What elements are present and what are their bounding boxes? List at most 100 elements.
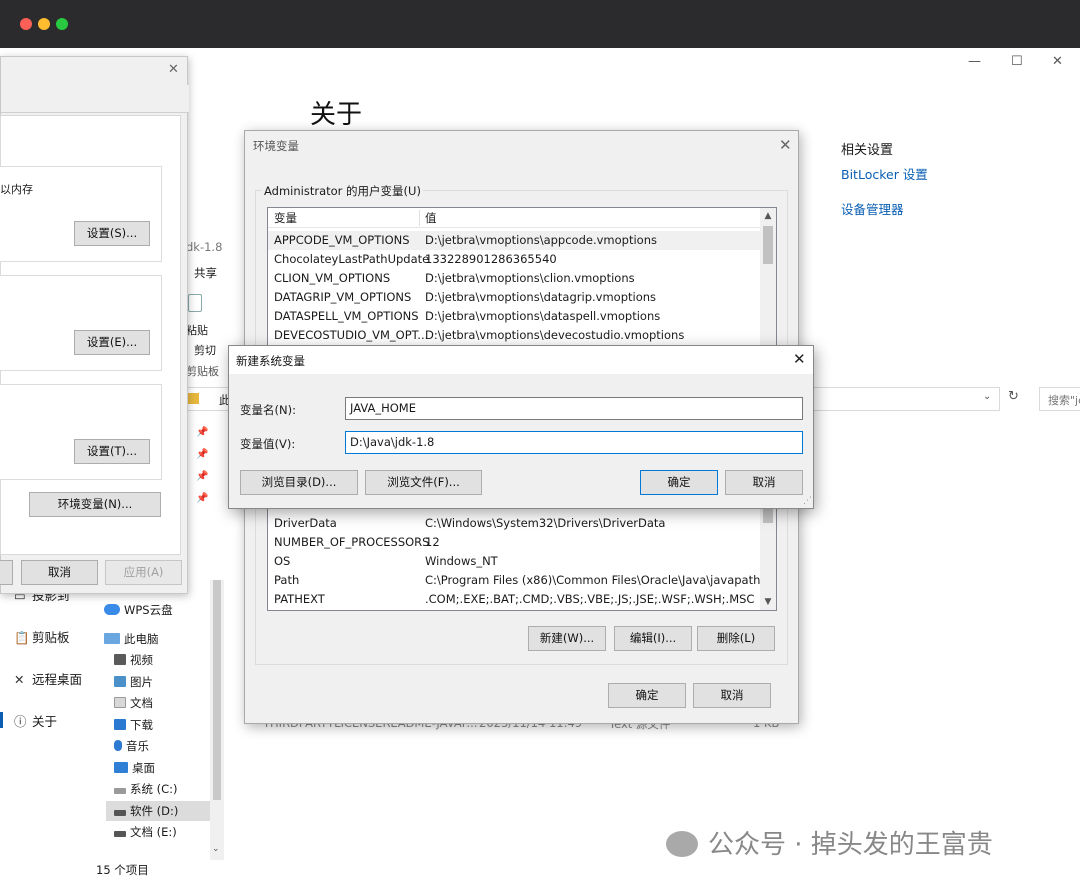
zoom-traffic-light[interactable]	[56, 18, 68, 30]
desktop-icon	[114, 762, 128, 773]
drive-icon	[114, 810, 126, 816]
quick-access-pins: 📌 📌 📌 📌	[196, 422, 208, 510]
nav-desktop[interactable]: 桌面	[114, 758, 155, 778]
ribbon-tab-share[interactable]: 共享	[194, 265, 217, 281]
computer-icon	[104, 633, 120, 644]
status-bar-count: 15 个项目	[96, 863, 149, 877]
download-arrow-icon	[114, 719, 126, 730]
chevron-down-icon[interactable]: ⌄	[212, 844, 220, 854]
minimize-icon[interactable]: —	[968, 54, 981, 69]
virtual-memory-text: 以内存	[0, 183, 33, 196]
user-profiles-group	[0, 275, 162, 371]
image-icon	[114, 676, 126, 687]
cloud-icon	[104, 604, 120, 615]
ribbon-paste-label: 粘贴	[186, 324, 208, 337]
variable-value-input[interactable]: D:\Java\jdk-1.8	[345, 431, 803, 454]
settings-t-button[interactable]: 设置(T)...	[74, 439, 150, 464]
nav-item-remote-desktop[interactable]: ✕ 远程桌面	[14, 670, 82, 690]
edit-variable-button[interactable]: 编辑(I)...	[614, 626, 692, 651]
navigation-pane: WPS云盘 此电脑 视频 图片 文档 下载 音乐 桌面 系统 (C:) 软件 (…	[88, 580, 213, 860]
nav-documents[interactable]: 文档	[114, 693, 153, 713]
dialog-title: 环境变量	[253, 139, 299, 153]
selected-indicator	[0, 712, 3, 728]
variable-name-input[interactable]: JAVA_HOME	[345, 397, 803, 420]
system-variables-list[interactable]: DriverData C:\Windows\System32\Drivers\Dr…	[267, 501, 777, 611]
delete-variable-button[interactable]: 删除(L)	[697, 626, 775, 651]
pin-icon: 📌	[196, 493, 209, 504]
close-icon[interactable]: ✕	[793, 350, 806, 368]
new-system-variable-dialog: 新建系统变量 ✕ 变量名(N): JAVA_HOME 变量值(V): D:\Ja…	[228, 345, 814, 509]
refresh-icon[interactable]: ↻	[1008, 389, 1019, 404]
watermark: 公众号 · 掉头发的王富贵	[666, 824, 993, 861]
close-icon[interactable]: ✕	[168, 62, 179, 77]
search-input[interactable]: 搜索"jc	[1039, 387, 1080, 411]
clipboard-icon: 📋	[14, 630, 30, 645]
new-variable-button[interactable]: 新建(W)...	[528, 626, 606, 651]
browse-directory-button[interactable]: 浏览目录(D)...	[240, 470, 358, 495]
partial-ok-button[interactable]	[0, 560, 13, 585]
user-variables-list[interactable]: 变量 值 APPCODE_VM_OPTIONS D:\jetbra\vmoptio…	[267, 207, 777, 347]
nav-drive-c[interactable]: 系统 (C:)	[114, 779, 178, 799]
browse-file-button[interactable]: 浏览文件(F)...	[365, 470, 482, 495]
nav-this-pc[interactable]: 此电脑	[104, 629, 159, 649]
document-icon	[114, 697, 126, 708]
chevron-up-icon[interactable]: ▲	[760, 211, 776, 221]
nav-item-clipboard[interactable]: 📋 剪贴板	[14, 628, 70, 648]
nav-downloads[interactable]: 下载	[114, 715, 153, 735]
info-icon: ⓘ	[14, 714, 27, 729]
nav-music[interactable]: 音乐	[114, 736, 149, 756]
music-note-icon	[114, 740, 122, 751]
startup-recovery-group	[0, 384, 162, 480]
column-header-variable[interactable]: 变量	[274, 208, 297, 228]
ribbon-paste-icon[interactable]	[188, 294, 202, 312]
scroll-thumb[interactable]	[763, 226, 773, 264]
user-variables-label: Administrator 的用户变量(U)	[262, 183, 423, 199]
minimize-traffic-light[interactable]	[38, 18, 50, 30]
dialog-titlebar: 新建系统变量 ✕	[229, 346, 813, 374]
pin-icon: 📌	[196, 471, 209, 482]
apply-button[interactable]: 应用(A)	[105, 560, 182, 585]
drive-icon	[114, 831, 126, 837]
close-icon[interactable]: ✕	[1052, 54, 1063, 69]
related-settings-heading: 相关设置	[841, 143, 894, 158]
ok-button[interactable]: 确定	[608, 683, 686, 708]
nav-drive-d[interactable]: 软件 (D:)	[106, 801, 210, 821]
resize-grip-icon[interactable]: ⋰	[803, 496, 812, 506]
nav-scrollbar[interactable]: ⌄	[210, 580, 224, 860]
list-header: 变量 值	[268, 208, 776, 228]
nav-wps-cloud[interactable]: WPS云盘	[104, 600, 173, 620]
nav-pictures[interactable]: 图片	[114, 672, 153, 692]
settings-s-button[interactable]: 设置(S)...	[74, 221, 150, 246]
cancel-button[interactable]: 取消	[725, 470, 803, 495]
dialog-panel: 以内存 设置(S)... 设置(E)... 设置(T)... 环境变量(N)..…	[0, 115, 181, 555]
table-row[interactable]: APPCODE_VM_OPTIONS D:\jetbra\vmoptions\ap…	[268, 231, 760, 250]
nav-drive-e[interactable]: 文档 (E:)	[114, 822, 177, 842]
settings-e-button[interactable]: 设置(E)...	[74, 330, 150, 355]
device-manager-link[interactable]: 设备管理器	[841, 199, 904, 218]
column-divider	[419, 210, 420, 226]
close-icon[interactable]: ✕	[779, 136, 792, 154]
column-header-value[interactable]: 值	[425, 208, 437, 228]
variable-value-label: 变量值(V):	[240, 437, 296, 451]
environment-variables-button[interactable]: 环境变量(N)...	[29, 492, 161, 517]
dialog-tab-strip	[1, 85, 189, 113]
chevron-down-icon[interactable]: ⌄	[983, 391, 991, 402]
bitlocker-link[interactable]: BitLocker 设置	[841, 164, 928, 183]
maximize-icon[interactable]: ☐	[1011, 54, 1023, 69]
close-traffic-light[interactable]	[20, 18, 32, 30]
user-list-scrollbar[interactable]: ▲	[760, 208, 776, 346]
explorer-title-fragment: dk-1.8	[186, 240, 223, 254]
page-title: 关于	[310, 100, 363, 130]
system-properties-dialog: ✕ 以内存 设置(S)... 设置(E)... 设置(T)... 环境变量(N)…	[0, 56, 189, 594]
nav-videos[interactable]: 视频	[114, 650, 153, 670]
ribbon-cut-label[interactable]: 剪切	[194, 342, 216, 358]
nav-scroll-thumb[interactable]	[213, 580, 221, 800]
nav-item-about[interactable]: ⓘ 关于	[14, 712, 57, 732]
ok-button[interactable]: 确定	[640, 470, 718, 495]
system-list-scrollbar[interactable]: ▼	[760, 501, 776, 610]
chevron-down-icon[interactable]: ▼	[760, 597, 776, 607]
pin-icon: 📌	[196, 427, 209, 438]
cancel-button[interactable]: 取消	[21, 560, 98, 585]
cancel-button[interactable]: 取消	[693, 683, 771, 708]
dialog-title: 新建系统变量	[236, 354, 305, 368]
